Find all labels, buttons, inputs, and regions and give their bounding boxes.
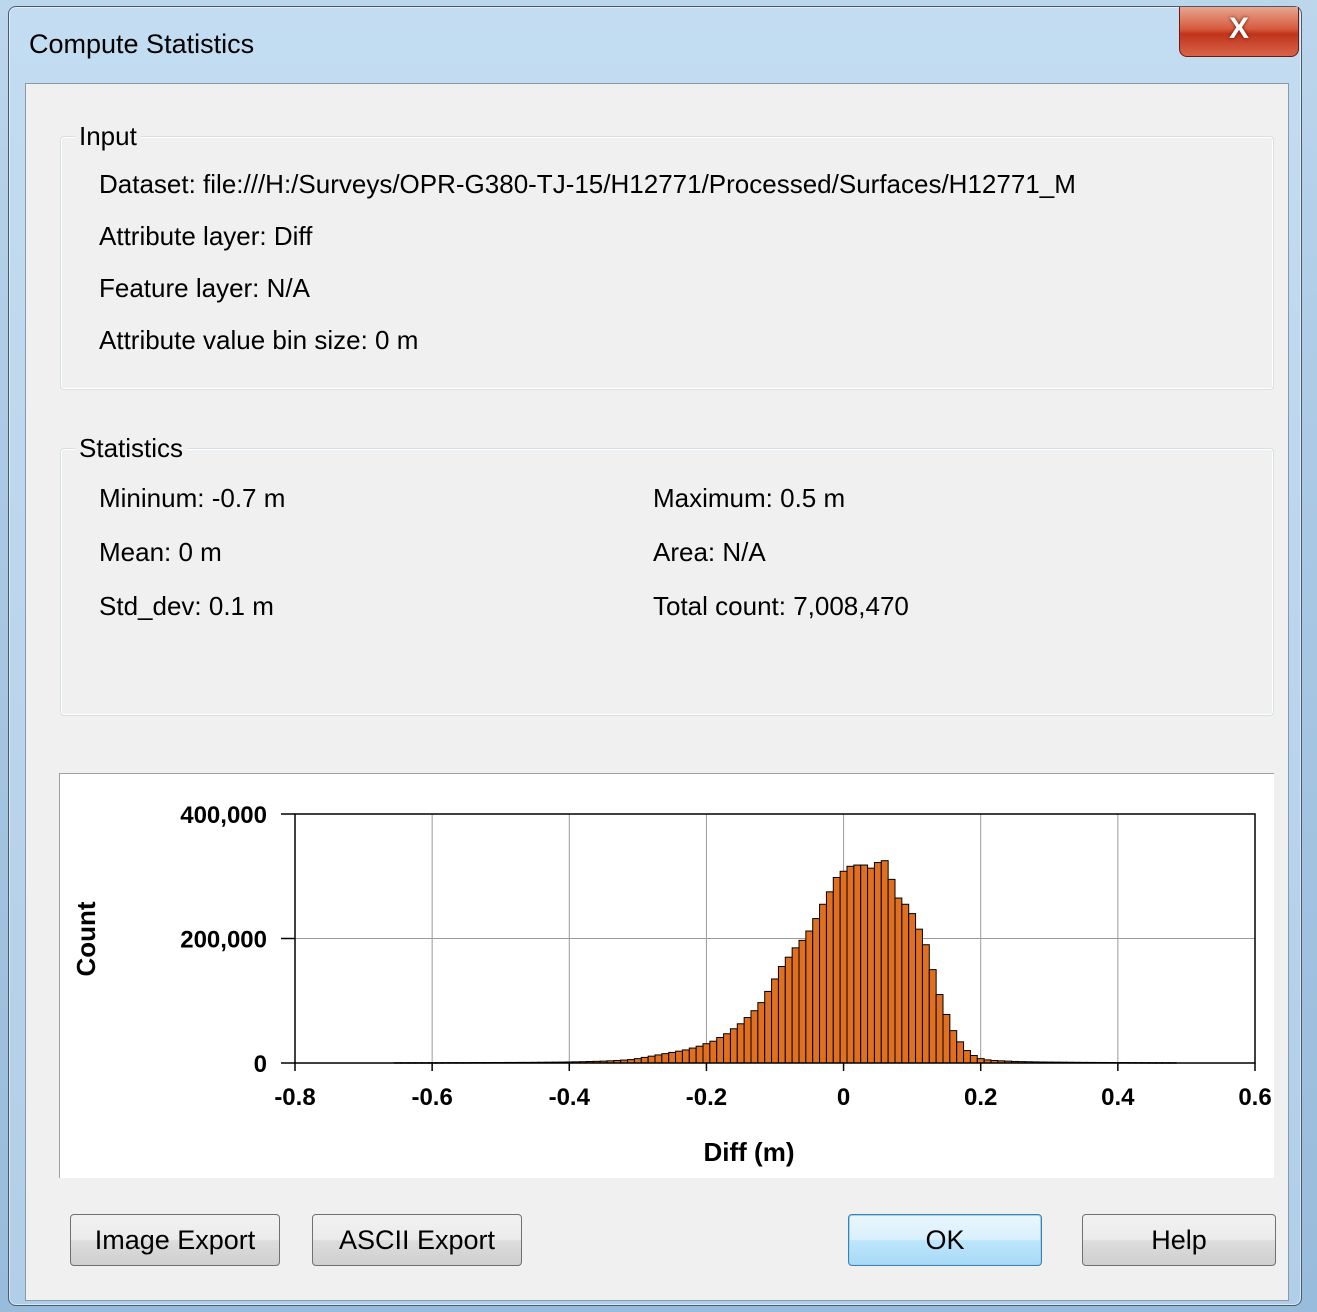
histogram-bar bbox=[825, 891, 834, 1064]
histogram-bar bbox=[688, 1047, 697, 1064]
histogram-bar bbox=[894, 897, 903, 1064]
histogram-bar bbox=[949, 1030, 958, 1064]
histogram-bar bbox=[743, 1017, 752, 1064]
histogram-bar bbox=[819, 903, 827, 1064]
histogram-bar bbox=[798, 939, 807, 1064]
window-title: Compute Statistics bbox=[29, 29, 255, 59]
histogram-bar bbox=[647, 1055, 656, 1064]
histogram-bar bbox=[675, 1050, 683, 1064]
histogram-bar bbox=[942, 1013, 951, 1064]
histogram-bar bbox=[771, 978, 779, 1064]
histogram-bar bbox=[873, 862, 882, 1064]
histogram-bar bbox=[709, 1040, 718, 1064]
histogram-bar bbox=[716, 1036, 725, 1064]
histogram-bar bbox=[928, 969, 937, 1064]
area-text: Area: N/A bbox=[653, 537, 766, 567]
histogram-bar bbox=[867, 867, 875, 1064]
x-tick-label: -0.8 bbox=[274, 1084, 315, 1111]
histogram-bar bbox=[668, 1051, 677, 1064]
histogram-bar bbox=[921, 944, 930, 1064]
x-tick-label: 0 bbox=[837, 1084, 850, 1111]
statistics-group-legend: Statistics bbox=[75, 433, 188, 464]
dialog-client-area: Input Dataset: file:///H:/Surveys/OPR-G3… bbox=[25, 83, 1289, 1301]
histogram-bar bbox=[702, 1043, 711, 1064]
minimum-text: Mininum: -0.7 m bbox=[99, 483, 286, 513]
histogram-bar bbox=[805, 930, 814, 1064]
close-icon: X bbox=[1228, 12, 1249, 45]
histogram-bar bbox=[757, 1002, 766, 1064]
histogram-bar bbox=[915, 928, 923, 1064]
histogram-bar bbox=[764, 990, 773, 1064]
x-tick-label: -0.4 bbox=[549, 1084, 591, 1111]
histogram-bar bbox=[681, 1049, 690, 1064]
histogram-bar bbox=[963, 1050, 971, 1064]
histogram-bar bbox=[935, 994, 944, 1064]
dialog-window: Compute Statistics X Input Dataset: file… bbox=[8, 6, 1302, 1306]
histogram-bar bbox=[750, 1010, 759, 1064]
histogram-bar bbox=[777, 966, 786, 1064]
x-tick-label: 0.6 bbox=[1238, 1084, 1271, 1111]
x-tick-label: -0.6 bbox=[411, 1084, 452, 1111]
histogram-bar bbox=[908, 913, 917, 1064]
histogram-bar bbox=[846, 865, 855, 1064]
mean-text: Mean: 0 m bbox=[99, 537, 222, 567]
histogram-bar bbox=[695, 1045, 704, 1064]
image-export-button[interactable]: Image Export bbox=[70, 1214, 280, 1266]
y-axis-label: Count bbox=[71, 901, 101, 976]
maximum-text: Maximum: 0.5 m bbox=[653, 483, 846, 513]
input-group: Input Dataset: file:///H:/Surveys/OPR-G3… bbox=[60, 121, 1274, 390]
histogram-bar bbox=[661, 1053, 670, 1064]
ok-button[interactable]: OK bbox=[848, 1214, 1042, 1266]
x-tick-label: 0.2 bbox=[964, 1084, 997, 1111]
x-tick-label: 0.4 bbox=[1101, 1084, 1135, 1111]
help-button[interactable]: Help bbox=[1082, 1214, 1276, 1266]
bin-size-text: Attribute value bin size: 0 m bbox=[99, 325, 419, 355]
input-group-legend: Input bbox=[75, 121, 141, 152]
total-count-text: Total count: 7,008,470 bbox=[653, 591, 909, 621]
histogram-bar bbox=[901, 903, 910, 1064]
histogram-bar bbox=[969, 1055, 978, 1064]
std-dev-text: Std_dev: 0.1 m bbox=[99, 591, 274, 621]
close-button[interactable]: X bbox=[1179, 7, 1299, 57]
dataset-text: Dataset: file:///H:/Surveys/OPR-G380-TJ-… bbox=[99, 169, 1076, 199]
histogram-bar bbox=[880, 860, 889, 1064]
histogram-bar bbox=[640, 1056, 649, 1064]
ascii-export-button[interactable]: ASCII Export bbox=[312, 1214, 522, 1266]
histogram-bar bbox=[654, 1054, 663, 1064]
histogram-panel: -0.8 -0.6 -0.4 -0.2 0 0.2 0.4 0.6 0 200,000 400,00… bbox=[59, 773, 1274, 1178]
histogram-bar bbox=[887, 878, 896, 1064]
attribute-layer-text: Attribute layer: Diff bbox=[99, 221, 313, 251]
x-axis-label: Diff (m) bbox=[704, 1137, 795, 1167]
y-tick-label: 0 bbox=[254, 1051, 267, 1078]
histogram-bar bbox=[784, 956, 793, 1064]
histogram-bar bbox=[791, 947, 800, 1064]
y-tick-label: 400,000 bbox=[180, 802, 267, 829]
histogram-bar bbox=[729, 1028, 738, 1064]
histogram-bar bbox=[832, 876, 841, 1064]
histogram-bar bbox=[956, 1041, 965, 1064]
histogram-bar bbox=[839, 870, 848, 1064]
statistics-group: Statistics Mininum: -0.7 m Maximum: 0.5 … bbox=[60, 433, 1274, 716]
feature-layer-text: Feature layer: N/A bbox=[99, 273, 310, 303]
y-tick-label: 200,000 bbox=[180, 927, 267, 954]
x-tick-label: -0.2 bbox=[686, 1084, 727, 1111]
histogram-bar bbox=[736, 1023, 745, 1064]
histogram-bar bbox=[853, 864, 862, 1064]
histogram-bar bbox=[723, 1033, 731, 1064]
histogram-bar bbox=[812, 918, 821, 1064]
histogram-bar bbox=[860, 864, 869, 1064]
histogram-chart: -0.8 -0.6 -0.4 -0.2 0 0.2 0.4 0.6 0 200,000 400,00… bbox=[71, 802, 1272, 1167]
